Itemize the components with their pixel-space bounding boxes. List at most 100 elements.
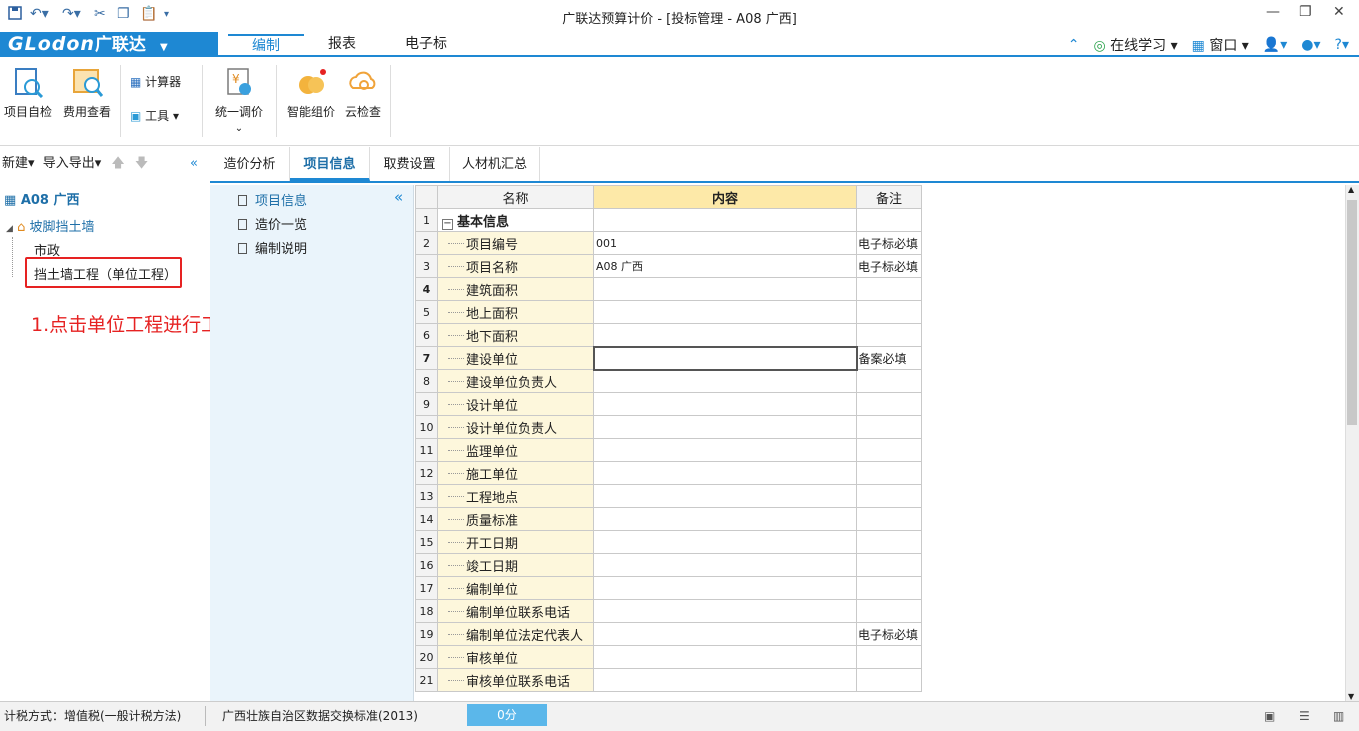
table-row[interactable]: 6 地下面积	[415, 323, 922, 347]
content-cell[interactable]: A08 广西	[593, 254, 857, 278]
name-cell[interactable]: 施工单位	[437, 461, 594, 485]
remark-cell[interactable]	[856, 507, 922, 531]
remark-cell[interactable]	[856, 415, 922, 439]
unified-price-button[interactable]: ¥ 统一调价 ⌄	[210, 65, 268, 134]
nav-item-cost-overview[interactable]: 造价一览	[238, 214, 307, 233]
content-cell[interactable]	[593, 576, 857, 600]
content-cell[interactable]	[593, 553, 857, 577]
remark-cell[interactable]	[856, 668, 922, 692]
content-cell[interactable]	[593, 599, 857, 623]
scroll-down-icon[interactable]: ▼	[1348, 692, 1354, 701]
minimize-icon[interactable]: —	[1266, 4, 1280, 20]
table-row[interactable]: 4 建筑面积	[415, 277, 922, 301]
content-column-header[interactable]: 内容	[593, 185, 857, 209]
table-row[interactable]: 18 编制单位联系电话	[415, 599, 922, 623]
tab-fee-settings[interactable]: 取费设置	[370, 147, 450, 181]
remark-cell[interactable]	[856, 530, 922, 554]
name-cell[interactable]: 项目编号	[437, 231, 594, 255]
move-up-icon[interactable]: 🡅	[111, 156, 124, 171]
remark-cell[interactable]	[856, 300, 922, 324]
restore-icon[interactable]: ❐	[1299, 4, 1312, 20]
tab-reports[interactable]: 报表	[310, 34, 374, 56]
table-row[interactable]: 15 开工日期	[415, 530, 922, 554]
remark-cell[interactable]	[856, 392, 922, 416]
content-cell[interactable]	[593, 507, 857, 531]
tab-cost-analysis[interactable]: 造价分析	[210, 147, 290, 181]
window-menu-button[interactable]: ▦ 窗口 ▾	[1192, 35, 1249, 55]
name-cell[interactable]: 审核单位	[437, 645, 594, 669]
remark-cell[interactable]	[856, 599, 922, 623]
app-menu-button[interactable]: GLodon广联达 ▼	[0, 32, 218, 56]
remark-cell[interactable]: 备案必填	[856, 346, 922, 370]
cloud-check-button[interactable]: 云检查	[340, 65, 386, 120]
remark-cell[interactable]	[856, 576, 922, 600]
content-cell[interactable]	[593, 622, 857, 646]
user-icon[interactable]: 👤▾	[1263, 37, 1287, 53]
name-cell[interactable]: 编制单位法定代表人	[437, 622, 594, 646]
tree-project[interactable]: ◢ ⌂ 坡脚挡土墙	[6, 216, 94, 235]
remark-cell[interactable]	[856, 461, 922, 485]
grid-view-icon[interactable]: ▥	[1333, 702, 1344, 730]
remark-cell[interactable]: 电子标必填	[856, 231, 922, 255]
new-button[interactable]: 新建▾	[2, 156, 35, 171]
name-cell[interactable]: 质量标准	[437, 507, 594, 531]
collapse-ribbon-icon[interactable]: ⌃	[1068, 37, 1080, 53]
content-cell[interactable]	[593, 645, 857, 669]
remark-cell[interactable]	[856, 277, 922, 301]
collapse-left-icon[interactable]: «	[190, 147, 198, 181]
tools-button[interactable]: ▣ 工具 ▾	[130, 107, 194, 124]
calculator-button[interactable]: ▦ 计算器	[130, 73, 190, 90]
help-icon[interactable]: ?▾	[1335, 37, 1349, 53]
tab-e-bid[interactable]: 电子标	[388, 34, 464, 56]
content-cell[interactable]	[593, 208, 857, 232]
name-cell[interactable]: 建设单位	[437, 346, 594, 370]
smart-price-button[interactable]: 智能组价	[284, 65, 338, 120]
name-column-header[interactable]: 名称	[437, 185, 594, 209]
name-cell[interactable]: 审核单位联系电话	[437, 668, 594, 692]
close-icon[interactable]: ✕	[1333, 4, 1345, 20]
name-cell[interactable]: 工程地点	[437, 484, 594, 508]
table-row[interactable]: 13 工程地点	[415, 484, 922, 508]
remark-cell[interactable]	[856, 553, 922, 577]
avatar-icon[interactable]: ●▾	[1301, 37, 1320, 53]
import-export-button[interactable]: 导入导出▾	[43, 156, 102, 171]
content-cell[interactable]	[593, 323, 857, 347]
content-cell[interactable]: 001	[593, 231, 857, 255]
content-cell[interactable]	[593, 530, 857, 554]
table-row[interactable]: 16 竣工日期	[415, 553, 922, 577]
table-row[interactable]: 14 质量标准	[415, 507, 922, 531]
move-down-icon[interactable]: 🡇	[135, 156, 148, 171]
content-cell[interactable]	[593, 438, 857, 462]
name-cell[interactable]: 地下面积	[437, 323, 594, 347]
table-row[interactable]: 12 施工单位	[415, 461, 922, 485]
remark-cell[interactable]: 电子标必填	[856, 254, 922, 278]
table-row[interactable]: 5 地上面积	[415, 300, 922, 324]
remark-column-header[interactable]: 备注	[856, 185, 922, 209]
content-cell[interactable]	[593, 461, 857, 485]
remark-cell[interactable]	[856, 484, 922, 508]
name-cell[interactable]: 编制单位	[437, 576, 594, 600]
online-learning-button[interactable]: ◎ 在线学习 ▾	[1093, 35, 1177, 55]
fit-view-icon[interactable]: ▣	[1264, 702, 1275, 730]
scroll-up-icon[interactable]: ▲	[1348, 185, 1354, 194]
scrollbar-thumb[interactable]	[1347, 200, 1357, 425]
content-cell[interactable]	[593, 415, 857, 439]
tab-edit[interactable]: 编制	[228, 34, 304, 56]
table-row[interactable]: 8 建设单位负责人	[415, 369, 922, 393]
table-row[interactable]: 2 项目编号 001 电子标必填	[415, 231, 922, 255]
table-row[interactable]: 10 设计单位负责人	[415, 415, 922, 439]
name-cell[interactable]: 开工日期	[437, 530, 594, 554]
score-badge[interactable]: 0分	[467, 704, 547, 726]
name-cell[interactable]: 编制单位联系电话	[437, 599, 594, 623]
content-cell[interactable]	[593, 300, 857, 324]
table-row[interactable]: 17 编制单位	[415, 576, 922, 600]
remark-cell[interactable]	[856, 438, 922, 462]
fee-view-button[interactable]: 费用查看	[60, 65, 114, 120]
tab-labor-material-summary[interactable]: 人材机汇总	[450, 147, 540, 181]
name-cell[interactable]: 项目名称	[437, 254, 594, 278]
content-cell[interactable]	[593, 668, 857, 692]
table-row[interactable]: 11 监理单位	[415, 438, 922, 462]
collapse-nav-icon[interactable]: «	[394, 188, 403, 206]
remark-cell[interactable]	[856, 369, 922, 393]
remark-cell[interactable]	[856, 323, 922, 347]
